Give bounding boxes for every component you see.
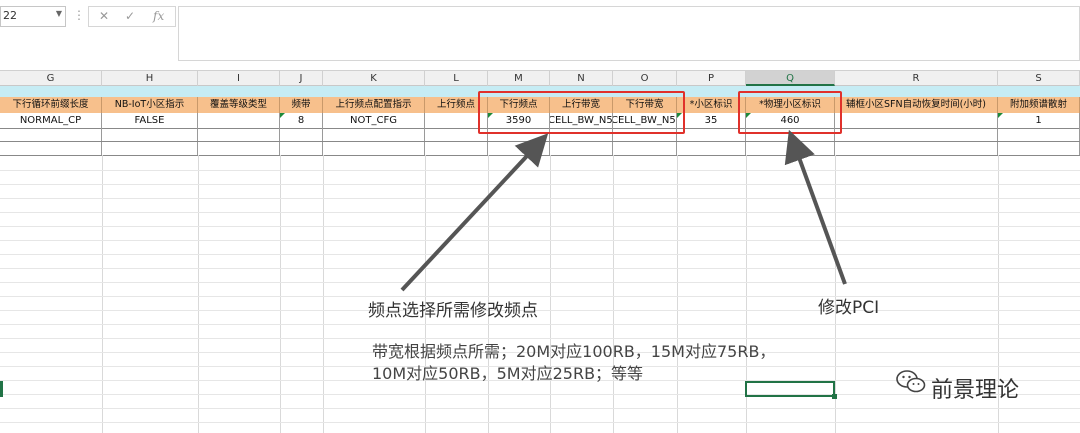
bandwidth-note-line1: 带宽根据频点所需；20M对应100RB，15M对应75RB， [372, 342, 776, 361]
watermark-text: 前景理论 [931, 378, 1020, 403]
pci-annotation: 修改PCI [818, 298, 880, 318]
frequency-annotation: 频点选择所需修改频点 [368, 301, 538, 321]
arrow-to-pci [784, 129, 847, 285]
wechat-icon [896, 370, 926, 393]
row-selection-indicator [0, 381, 3, 397]
watermark: 前景理论 [895, 368, 1019, 403]
selected-cell[interactable] [745, 381, 837, 399]
bandwidth-note-line2: 10M对应50RB，5M对应25RB；等等 [372, 364, 644, 383]
arrow-to-frequency [400, 133, 549, 292]
